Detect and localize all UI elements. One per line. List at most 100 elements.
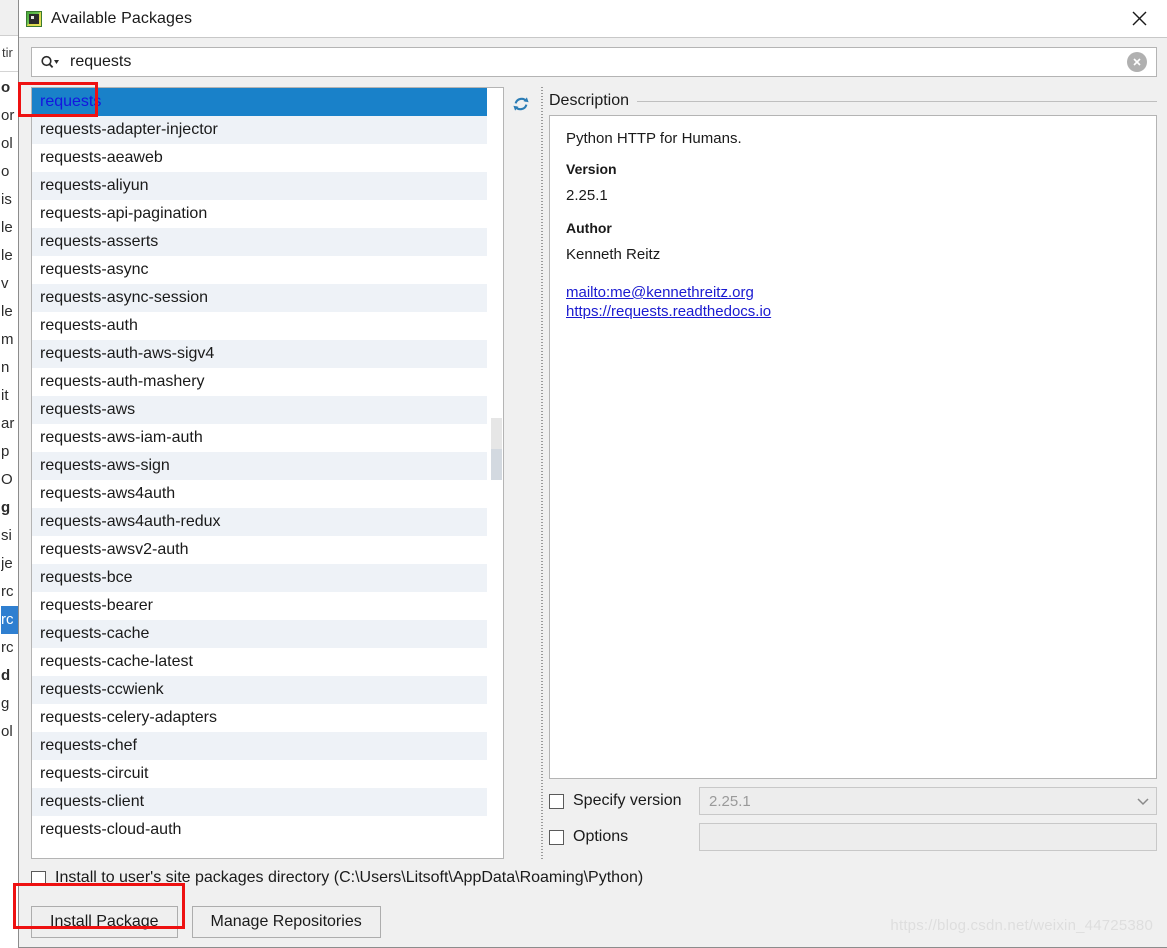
background-line: n <box>1 359 10 376</box>
package-list-item[interactable]: requests-aws4auth-redux <box>32 508 487 536</box>
package-list-item[interactable]: requests-auth <box>32 312 487 340</box>
package-icon <box>26 10 42 27</box>
background-line: ol <box>1 135 13 152</box>
options-checkbox[interactable]: Options <box>549 828 699 846</box>
install-to-user-checkbox[interactable]: Install to user's site packages director… <box>31 863 1157 893</box>
background-line: rc <box>1 583 14 600</box>
dialog-body: requests requests-adapter-injector request… <box>19 83 1167 859</box>
background-tab: tir <box>0 36 18 72</box>
package-list-item[interactable]: requests-cache-latest <box>32 648 487 676</box>
package-list-item[interactable]: requests-cache <box>32 620 487 648</box>
package-list-item[interactable]: requests-adapter-injector <box>32 116 487 144</box>
author-value: Kenneth Reitz <box>566 246 661 263</box>
dialog-titlebar: Available Packages <box>19 0 1167 38</box>
package-list-item[interactable]: requests-bearer <box>32 592 487 620</box>
background-line: d <box>1 667 11 684</box>
background-line: le <box>1 303 13 320</box>
background-toolbar <box>0 0 18 36</box>
clear-icon[interactable] <box>1127 52 1147 72</box>
package-list-item[interactable]: requests-bce <box>32 564 487 592</box>
options-label: Options <box>573 828 629 845</box>
install-button-wrapper: Install Package <box>31 906 178 938</box>
background-line: si <box>1 527 12 544</box>
description-links: mailto:me@kennethreitz.org https://reques… <box>566 283 1140 321</box>
description-content: Python HTTP for Humans. Version 2.25.1 A… <box>549 115 1157 779</box>
package-list-item[interactable]: requests-chef <box>32 732 487 760</box>
package-list-item[interactable]: requests-awsv2-auth <box>32 536 487 564</box>
background-line: le <box>1 219 13 236</box>
package-list-item[interactable]: requests-asserts <box>32 228 487 256</box>
version-label: Version <box>566 161 617 177</box>
options-row: Options <box>549 823 1157 851</box>
package-list-item[interactable]: requests-aeaweb <box>32 144 487 172</box>
available-packages-dialog: Available Packages requests requests req… <box>18 0 1167 948</box>
description-summary: Python HTTP for Humans. <box>566 130 742 147</box>
package-list-item[interactable]: requests-auth-aws-sigv4 <box>32 340 487 368</box>
background-line: ol <box>1 723 13 740</box>
manage-repositories-button[interactable]: Manage Repositories <box>191 906 381 938</box>
package-list-container: requests requests-adapter-injector request… <box>31 87 504 859</box>
background-line: p <box>1 443 10 460</box>
checkbox-box <box>549 793 564 809</box>
package-list-item[interactable]: requests-async-session <box>32 284 487 312</box>
checkbox-box <box>549 829 564 845</box>
package-list-item[interactable]: requests-aws-sign <box>32 452 487 480</box>
specify-version-row: Specify version 2.25.1 <box>549 787 1157 815</box>
description-link[interactable]: mailto:me@kennethreitz.org <box>566 283 1140 302</box>
version-select[interactable]: 2.25.1 <box>699 787 1157 815</box>
package-list-item[interactable]: requests-aws-iam-auth <box>32 424 487 452</box>
options-input[interactable] <box>699 823 1157 851</box>
install-options: Specify version 2.25.1 Options <box>549 779 1157 859</box>
checkbox-box <box>31 870 46 886</box>
package-list-item[interactable]: requests-circuit <box>32 760 487 788</box>
scrollbar-thumb[interactable] <box>491 418 502 480</box>
version-value: 2.25.1 <box>566 187 608 204</box>
install-to-user-label: Install to user's site packages director… <box>55 869 644 886</box>
package-list-item[interactable]: requests-aliyun <box>32 172 487 200</box>
background-line: is <box>1 191 12 208</box>
package-list-item[interactable]: requests-ccwienk <box>32 676 487 704</box>
background-line: rc <box>1 606 18 634</box>
author-label: Author <box>566 220 612 236</box>
package-list-item[interactable]: requests <box>32 88 487 116</box>
package-list-item[interactable]: requests-api-pagination <box>32 200 487 228</box>
package-list-item[interactable]: requests-celery-adapters <box>32 704 487 732</box>
background-line: v <box>1 275 9 292</box>
background-line: rc <box>1 639 14 656</box>
header-rule <box>637 100 1157 102</box>
dialog-title: Available Packages <box>51 9 193 27</box>
background-line: o <box>1 79 11 96</box>
description-link[interactable]: https://requests.readthedocs.io <box>566 302 1140 321</box>
background-text-lines: o or ol o is le le v le m n it ar p Og si je rc rc rc d g ol <box>0 74 18 948</box>
package-list-panel: requests requests-adapter-injector request… <box>31 87 504 859</box>
package-list-item[interactable]: requests-aws <box>32 396 487 424</box>
search-input[interactable] <box>62 49 1127 75</box>
package-list-item[interactable]: requests-auth-mashery <box>32 368 487 396</box>
background-line: g <box>1 499 11 516</box>
package-list-item[interactable]: requests-client <box>32 788 487 816</box>
search-icon <box>40 55 60 70</box>
close-icon[interactable] <box>1111 0 1167 37</box>
package-list-item[interactable]: requests-async <box>32 256 487 284</box>
background-line: le <box>1 247 13 264</box>
description-panel: Description Python HTTP for Humans. Vers… <box>547 87 1157 859</box>
background-line: g <box>1 695 10 712</box>
chevron-down-icon <box>1136 793 1150 810</box>
specify-version-label: Specify version <box>573 792 682 809</box>
panel-splitter[interactable] <box>538 87 547 859</box>
package-list-item[interactable]: requests-cloud-auth <box>32 816 487 844</box>
background-line: m <box>1 331 14 348</box>
description-header: Description <box>549 87 1157 115</box>
refresh-icon[interactable] <box>511 94 531 119</box>
install-package-button[interactable]: Install Package <box>31 906 178 938</box>
package-list-scrollbar[interactable] <box>487 88 503 858</box>
watermark: https://blog.csdn.net/weixin_44725380 <box>890 917 1153 934</box>
search-box[interactable] <box>31 47 1157 77</box>
specify-version-checkbox[interactable]: Specify version <box>549 792 699 810</box>
refresh-strip <box>504 87 538 859</box>
package-list-item[interactable]: requests-aws4auth <box>32 480 487 508</box>
background-window-strip: tir o or ol o is le le v le m n it ar p Og si je rc rc rc d g… <box>0 0 18 948</box>
package-list[interactable]: requests requests-adapter-injector request… <box>32 88 487 858</box>
search-row <box>19 38 1167 83</box>
version-select-value: 2.25.1 <box>709 792 751 810</box>
